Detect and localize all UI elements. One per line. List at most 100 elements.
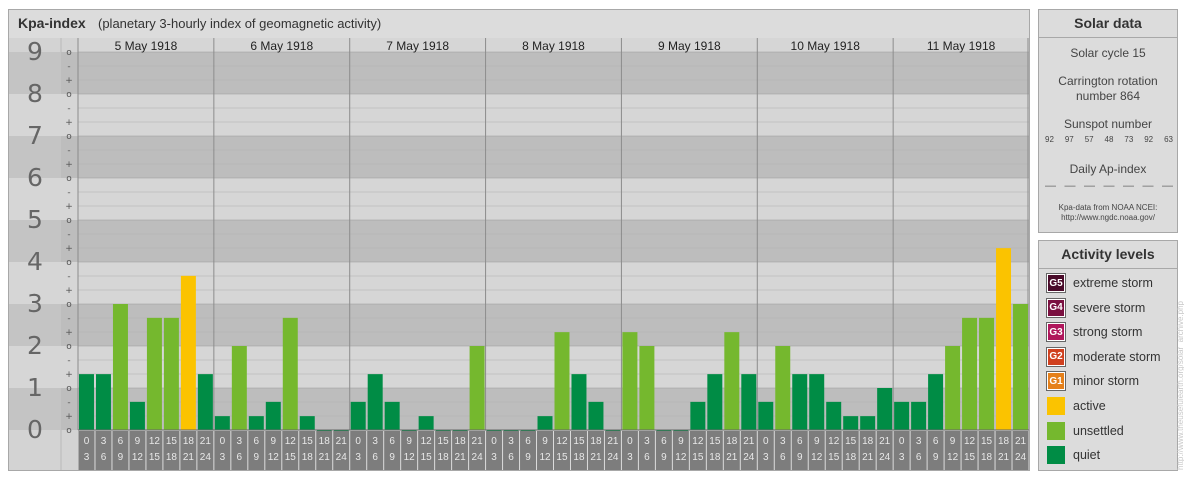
hour-end-label: 6: [372, 452, 378, 463]
hour-end-label: 15: [149, 452, 161, 463]
y-subtick-label: o: [66, 300, 72, 310]
hour-end-label: 21: [998, 452, 1010, 463]
y-subtick-label: o: [66, 90, 72, 100]
day-label: 11 May 1918: [927, 39, 996, 53]
hour-end-label: 24: [1015, 452, 1027, 463]
hour-start-label: 15: [166, 436, 178, 447]
hour-start-label: 0: [84, 436, 90, 447]
day-label: 10 May 1918: [791, 39, 861, 53]
hour-start-label: 6: [933, 436, 939, 447]
hour-end-label: 21: [455, 452, 467, 463]
y-tick-label: 4: [27, 247, 43, 276]
activity-level-swatch: [1047, 421, 1065, 440]
hour-end-label: 6: [101, 452, 107, 463]
hour-start-label: 12: [556, 436, 568, 447]
sunspot-label: Sunspot number: [1063, 117, 1153, 131]
ap-index-value: —: [1045, 180, 1056, 192]
hour-end-label: 24: [607, 452, 619, 463]
activity-level-label: extreme storm: [1073, 276, 1153, 290]
activity-level-label: active: [1073, 399, 1106, 413]
activity-level-label: minor storm: [1073, 374, 1139, 389]
sunspot-value: 92: [1045, 135, 1054, 144]
hour-start-label: 9: [406, 436, 412, 447]
day-label: 9 May 1918: [658, 39, 721, 53]
hour-start-label: 21: [879, 436, 891, 447]
activity-level-swatch: G2: [1046, 346, 1066, 367]
kpa-source-note: Kpa-data from NOAA NCEI: http://www.ngdc…: [1039, 203, 1177, 223]
hour-end-label: 9: [661, 452, 667, 463]
hour-end-label: 3: [220, 452, 226, 463]
sunspot-value: 48: [1104, 135, 1114, 144]
hour-start-label: 3: [644, 436, 650, 447]
hour-start-label: 0: [899, 436, 905, 447]
kp-bar: [911, 401, 927, 430]
kp-bar: [741, 374, 757, 430]
y-tick-label: 1: [27, 373, 43, 402]
hour-end-label: 18: [438, 452, 450, 463]
y-subtick-label: +: [65, 370, 73, 380]
kp-bar: [112, 304, 128, 430]
hour-start-label: 9: [135, 436, 141, 447]
hour-start-label: 21: [607, 436, 619, 447]
kp-bar: [775, 346, 791, 430]
hour-end-label: 3: [84, 452, 90, 463]
hour-end-label: 6: [780, 452, 786, 463]
y-subtick-label: -: [67, 146, 70, 156]
level-band: [9, 178, 1029, 220]
y-subtick-label: o: [66, 258, 72, 268]
y-subtick-label: o: [66, 216, 72, 226]
y-tick-label: 7: [27, 121, 43, 150]
ap-index-value: —: [1123, 180, 1134, 192]
kp-bar: [826, 401, 842, 430]
hour-end-label: 15: [828, 452, 840, 463]
hour-start-label: 3: [508, 436, 514, 447]
hour-end-label: 21: [590, 452, 602, 463]
kp-bar: [180, 275, 196, 430]
hour-start-label: 6: [389, 436, 395, 447]
kp-bar: [962, 317, 978, 430]
kp-bar: [129, 401, 145, 430]
hour-end-label: 6: [508, 452, 514, 463]
kp-bar: [537, 416, 553, 430]
day-label: 6 May 1918: [250, 39, 313, 53]
activity-level-label: moderate storm: [1073, 349, 1161, 364]
hour-end-label: 9: [933, 452, 939, 463]
kp-bar: [792, 374, 808, 430]
hour-start-label: 9: [271, 436, 277, 447]
activity-level-item: G3 strong storm: [1046, 322, 1142, 343]
y-subtick-label: -: [67, 398, 70, 408]
kp-bar: [95, 374, 111, 430]
hour-start-label: 12: [828, 436, 840, 447]
hour-end-label: 3: [491, 452, 497, 463]
y-subtick-label: o: [66, 342, 72, 352]
hour-end-label: 24: [472, 452, 484, 463]
y-tick-label: 2: [27, 331, 43, 360]
hour-end-label: 12: [268, 452, 280, 463]
kp-bar: [554, 332, 570, 430]
kp-bar: [231, 346, 247, 430]
kp-bar: [809, 374, 825, 430]
activity-level-label: unsettled: [1073, 423, 1124, 438]
hour-start-label: 21: [743, 436, 755, 447]
kp-bar: [197, 374, 213, 430]
kp-bar: [265, 401, 281, 430]
kp-bar: [928, 374, 944, 430]
source-credit: http://www.theusefulearth.org/solar_arch…: [1176, 301, 1184, 470]
hour-end-label: 3: [355, 452, 361, 463]
hour-end-label: 9: [254, 452, 260, 463]
carrington-line-2: number 864: [1075, 89, 1141, 103]
activity-level-swatch: G1: [1046, 371, 1066, 392]
kp-bar: [945, 346, 961, 430]
hour-end-label: 21: [726, 452, 738, 463]
activity-level-item: G5 extreme storm: [1046, 273, 1153, 293]
kp-bar: [758, 401, 774, 430]
y-subtick-label: +: [65, 160, 73, 170]
kp-bar: [894, 401, 910, 430]
hour-end-label: 3: [627, 452, 633, 463]
y-tick-label: 3: [27, 289, 43, 318]
kp-bar: [979, 317, 995, 430]
sunspot-value: 73: [1124, 135, 1134, 144]
hour-start-label: 12: [285, 436, 297, 447]
kp-bar: [690, 401, 706, 430]
hour-end-label: 24: [336, 452, 348, 463]
